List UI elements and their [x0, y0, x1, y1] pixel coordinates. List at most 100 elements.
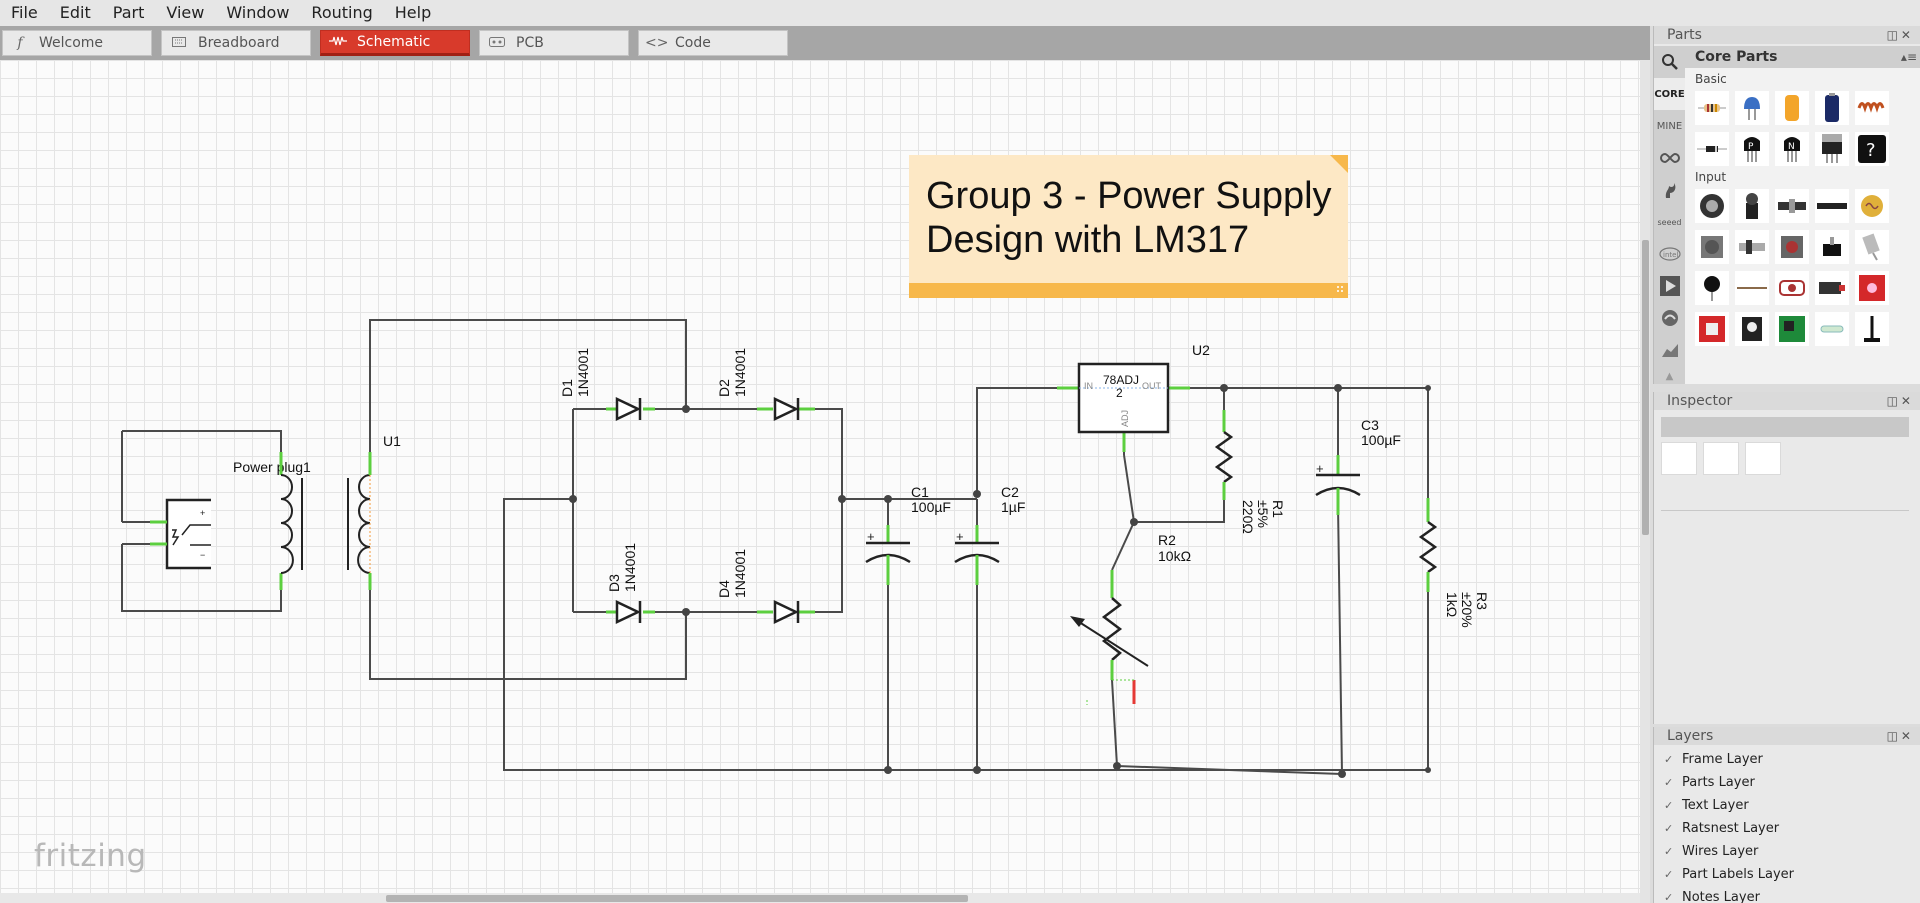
part-slide-switch[interactable]: [1735, 230, 1769, 264]
bin-core[interactable]: CORE: [1654, 78, 1685, 110]
c1-label: C1: [911, 484, 929, 500]
diode-d4[interactable]: [757, 600, 815, 624]
capacitor-c1[interactable]: +: [865, 525, 911, 585]
menu-window[interactable]: Window: [215, 0, 300, 26]
part-joystick[interactable]: [1735, 189, 1769, 223]
part-electrolytic-capacitor-yellow[interactable]: [1775, 91, 1809, 125]
part-pnp-transistor[interactable]: P: [1735, 132, 1769, 166]
bin-menu-icon[interactable]: ▴≡: [1901, 46, 1917, 68]
check-icon[interactable]: ✓: [1664, 794, 1682, 817]
chart-icon[interactable]: [1654, 334, 1685, 366]
part-inductor[interactable]: [1855, 91, 1889, 125]
check-icon[interactable]: ✓: [1664, 886, 1682, 903]
part-resistor[interactable]: [1695, 91, 1729, 125]
title-note[interactable]: Group 3 - Power Supply Design with LM317: [909, 155, 1348, 298]
menu-file[interactable]: File: [0, 0, 49, 26]
tab-label: PCB: [516, 35, 544, 51]
search-icon[interactable]: [1654, 46, 1685, 78]
part-header[interactable]: [1815, 189, 1849, 223]
diode-d1[interactable]: [606, 397, 655, 421]
panel-float-close-icons[interactable]: ◫✕: [1887, 727, 1914, 745]
part-pushbutton[interactable]: [1775, 230, 1809, 264]
power-plug-symbol[interactable]: + −: [150, 498, 211, 570]
check-icon[interactable]: ✓: [1664, 863, 1682, 886]
bin-mine[interactable]: MINE: [1654, 110, 1685, 142]
part-ceramic-capacitor[interactable]: [1735, 91, 1769, 125]
layer-parts[interactable]: ✓ Parts Layer: [1654, 771, 1920, 794]
schematic-canvas[interactable]: Group 3 - Power Supply Design with LM317: [0, 60, 1640, 893]
part-toggle-switch[interactable]: [1815, 230, 1849, 264]
layer-label: Ratsnest Layer: [1682, 821, 1780, 836]
diode-d2[interactable]: [757, 397, 815, 421]
menu-view[interactable]: View: [155, 0, 215, 26]
layer-text[interactable]: ✓ Text Layer: [1654, 794, 1920, 817]
menu-edit[interactable]: Edit: [49, 0, 102, 26]
part-voltage-regulator[interactable]: [1815, 132, 1849, 166]
part-potentiometer-rotary[interactable]: [1695, 189, 1729, 223]
horizontal-scroll-thumb[interactable]: [386, 895, 968, 902]
part-sparkfun-board[interactable]: [1855, 271, 1889, 305]
r1-tolerance: ±5%: [1255, 500, 1271, 528]
layer-wires[interactable]: ✓ Wires Layer: [1654, 840, 1920, 863]
snootlab-icon[interactable]: [1654, 302, 1685, 334]
layer-label: Notes Layer: [1682, 890, 1760, 903]
wires[interactable]: [121, 319, 1429, 775]
resistor-r1[interactable]: [1214, 410, 1234, 500]
layer-label: Text Layer: [1682, 798, 1749, 813]
part-light-sensor[interactable]: [1855, 189, 1889, 223]
part-sparkfun-board-2[interactable]: [1695, 312, 1729, 346]
part-diode[interactable]: [1695, 132, 1729, 166]
regulator-u2[interactable]: 78ADJ 2 IN OUT ADJ: [1057, 362, 1190, 452]
arrow-up-icon[interactable]: ▲: [1654, 366, 1685, 386]
play-icon[interactable]: [1654, 270, 1685, 302]
menu-routing[interactable]: Routing: [300, 0, 383, 26]
tab-welcome[interactable]: f Welcome: [2, 30, 152, 56]
resistor-icon: [327, 34, 349, 50]
part-tilt-switch[interactable]: [1855, 230, 1889, 264]
tab-schematic[interactable]: Schematic: [320, 30, 470, 56]
layer-ratsnest[interactable]: ✓ Ratsnest Layer: [1654, 817, 1920, 840]
d4-label: D4: [716, 580, 732, 598]
layer-part-labels[interactable]: ✓ Part Labels Layer: [1654, 863, 1920, 886]
diode-d3[interactable]: [606, 600, 655, 624]
check-icon[interactable]: ✓: [1664, 840, 1682, 863]
capacitor-c2[interactable]: +: [954, 525, 1000, 585]
part-temp-sensor[interactable]: [1815, 271, 1849, 305]
part-slide-potentiometer[interactable]: [1775, 189, 1809, 223]
bin-title: Core Parts: [1695, 49, 1778, 65]
part-knob-stand[interactable]: [1855, 312, 1889, 346]
check-icon[interactable]: ✓: [1664, 817, 1682, 840]
part-npn-transistor[interactable]: N: [1775, 132, 1809, 166]
check-icon[interactable]: ✓: [1664, 748, 1682, 771]
layer-frame[interactable]: ✓ Frame Layer: [1654, 748, 1920, 771]
part-rotary-encoder[interactable]: [1695, 230, 1729, 264]
part-mystery-part[interactable]: ?: [1855, 132, 1889, 166]
menu-part[interactable]: Part: [102, 0, 156, 26]
part-battery[interactable]: [1815, 91, 1849, 125]
layer-notes[interactable]: ✓ Notes Layer: [1654, 886, 1920, 903]
capacitor-c3[interactable]: +: [1315, 455, 1361, 515]
inspector-title-field: [1661, 417, 1909, 437]
tab-code[interactable]: <> Code: [638, 30, 788, 56]
menu-bar: File Edit Part View Window Routing Help: [0, 0, 1920, 26]
intel-icon[interactable]: intel: [1654, 238, 1685, 270]
resistor-r3[interactable]: [1418, 498, 1438, 592]
menu-help[interactable]: Help: [384, 0, 442, 26]
arduino-icon[interactable]: [1654, 142, 1685, 174]
panel-float-close-icons[interactable]: ◫✕: [1887, 26, 1914, 44]
check-icon[interactable]: ✓: [1664, 771, 1682, 794]
part-sensor-module[interactable]: [1735, 312, 1769, 346]
tab-pcb[interactable]: PCB: [479, 30, 629, 56]
seeed-icon[interactable]: seeed: [1654, 206, 1685, 238]
part-antenna[interactable]: [1735, 271, 1769, 305]
potentiometer-r2[interactable]: [1070, 570, 1149, 705]
sparkfun-icon[interactable]: [1654, 174, 1685, 206]
part-green-board[interactable]: [1775, 312, 1809, 346]
layers-panel: Layers ◫✕ ✓ Frame Layer ✓ Parts Layer ✓ Tex…: [1653, 727, 1920, 903]
part-microphone[interactable]: [1695, 271, 1729, 305]
panel-float-close-icons[interactable]: ◫✕: [1887, 392, 1914, 410]
part-reed-switch[interactable]: [1815, 312, 1849, 346]
part-fsr[interactable]: [1775, 271, 1809, 305]
tab-breadboard[interactable]: Breadboard: [161, 30, 311, 56]
vertical-scroll-thumb[interactable]: [1642, 240, 1649, 535]
